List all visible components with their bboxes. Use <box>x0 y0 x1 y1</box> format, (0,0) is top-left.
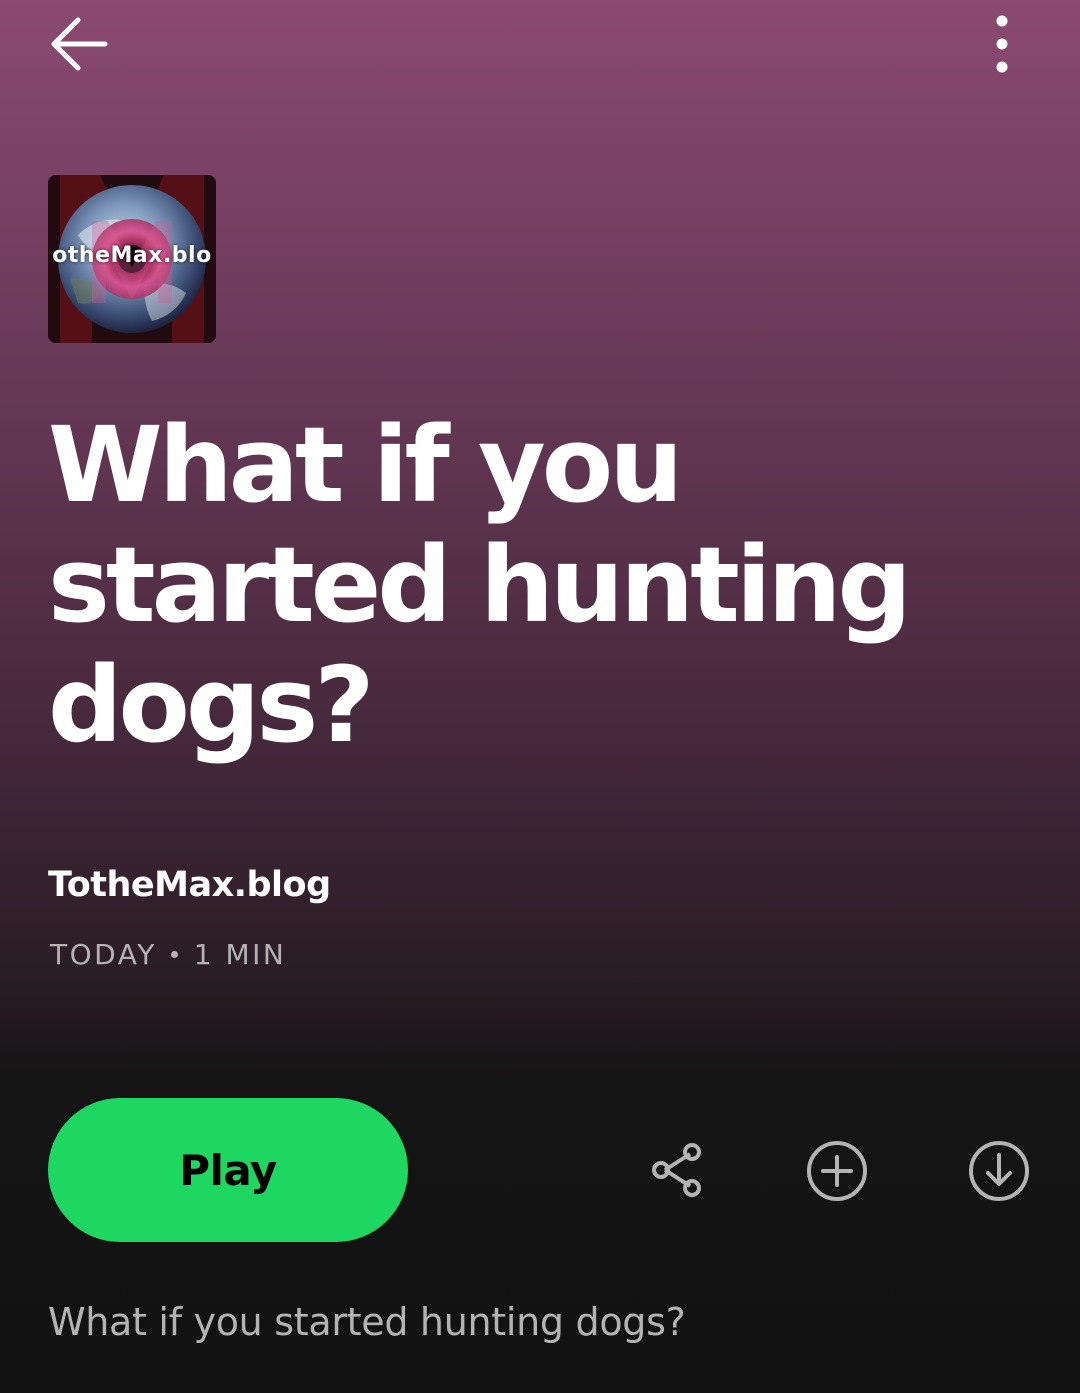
separator-dot <box>170 951 178 958</box>
share-icon <box>652 1143 701 1197</box>
episode-meta: TODAY 1 MIN <box>50 938 286 971</box>
back-button[interactable] <box>40 6 116 82</box>
episode-date: TODAY <box>50 938 157 971</box>
more-options-button[interactable] <box>966 4 1038 84</box>
episode-title: What if you started hunting dogs? <box>48 404 912 766</box>
download-circle-icon <box>969 1141 1029 1201</box>
episode-duration: 1 MIN <box>193 938 287 971</box>
cover-logo-text: otheMax.blo <box>52 243 212 268</box>
episode-description: What if you started hunting dogs? <box>48 1300 686 1344</box>
more-vertical-icon <box>996 15 1008 73</box>
add-to-library-button[interactable] <box>796 1130 878 1212</box>
arrow-left-icon <box>51 17 108 71</box>
download-button[interactable] <box>958 1130 1040 1212</box>
podcast-cover-art: otheMax.blo <box>48 175 216 343</box>
play-button[interactable]: Play <box>48 1098 408 1242</box>
add-circle-icon <box>807 1141 867 1201</box>
publisher-name[interactable]: TotheMax.blog <box>48 865 331 905</box>
share-button[interactable] <box>636 1130 716 1210</box>
